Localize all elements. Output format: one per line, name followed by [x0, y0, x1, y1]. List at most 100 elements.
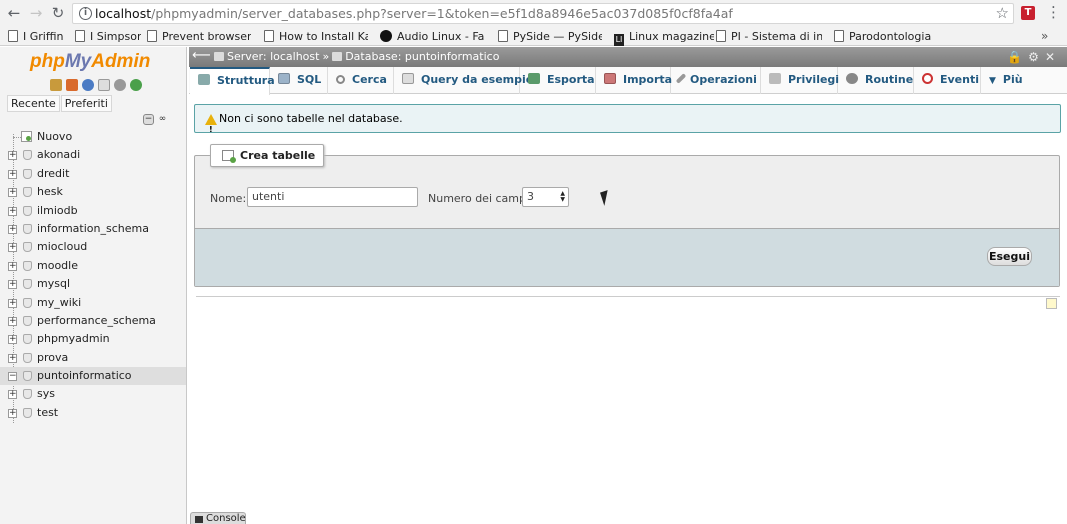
server-icon	[214, 52, 224, 61]
expand-icon[interactable]: +	[8, 353, 17, 363]
database-item[interactable]: + ilmiodb	[0, 202, 186, 220]
lock-icon[interactable]: 🔒	[1007, 50, 1028, 64]
tab-routines[interactable]: Routine	[838, 67, 914, 94]
home-icon[interactable]	[50, 79, 62, 91]
bookmark-item[interactable]: Parodontologia	[834, 27, 934, 46]
info-icon[interactable]: i	[79, 7, 92, 20]
address-bar[interactable]: i localhost/phpmyadmin/server_databases.…	[72, 3, 1014, 24]
bookmark-item[interactable]: PI - Sistema di inse	[716, 27, 822, 46]
create-table-legend: Crea tabelle	[210, 144, 325, 167]
tab-sql[interactable]: SQL	[270, 67, 328, 94]
expand-icon[interactable]: +	[8, 224, 17, 234]
expand-icon[interactable]: +	[8, 188, 17, 198]
database-item[interactable]: + sys	[0, 385, 186, 403]
database-item[interactable]: + moodle	[0, 257, 186, 275]
database-icon	[23, 187, 32, 198]
tab-operations[interactable]: Operazioni	[671, 67, 761, 94]
database-item[interactable]: − puntoinformatico	[0, 367, 186, 386]
expand-icon[interactable]: +	[8, 298, 17, 308]
expand-icon[interactable]: +	[8, 335, 17, 345]
bookmark-star-icon[interactable]: ☆	[996, 4, 1009, 22]
database-item[interactable]: + dredit	[0, 165, 186, 183]
database-item[interactable]: + miocloud	[0, 238, 186, 256]
link-icon[interactable]: ∞	[157, 115, 168, 126]
expand-icon[interactable]: +	[8, 169, 17, 179]
database-icon	[23, 334, 32, 345]
bookmark-item[interactable]: I Griffin	[8, 27, 68, 46]
tab-privileges[interactable]: Privilegi	[761, 67, 839, 94]
breadcrumb-server[interactable]: Server: localhost	[227, 50, 319, 63]
browser-menu-icon[interactable]: ⋮	[1046, 3, 1061, 21]
expand-icon[interactable]: +	[8, 261, 17, 271]
docs-icon[interactable]	[98, 79, 110, 91]
tab-search[interactable]: Cerca	[328, 67, 394, 94]
database-label: dredit	[37, 166, 70, 180]
topbar-icons: 🔒⚙✕	[1007, 50, 1061, 64]
collapse-icon[interactable]: −	[8, 372, 17, 382]
expand-icon[interactable]: +	[8, 151, 17, 161]
bookmark-item[interactable]: LI Linux magazine	[614, 27, 714, 46]
url-text[interactable]: localhost/phpmyadmin/server_databases.ph…	[95, 6, 733, 21]
help-icon[interactable]	[82, 79, 94, 91]
page-icon	[716, 30, 726, 42]
expand-icon[interactable]: +	[8, 390, 17, 400]
page-icon	[834, 30, 844, 42]
database-icon	[332, 52, 343, 61]
collapse-nav-icon[interactable]: ⟵	[192, 48, 211, 63]
back-icon[interactable]: ←	[5, 4, 23, 22]
expand-icon[interactable]: +	[8, 316, 17, 326]
tab-bar: Struttura SQL Cerca Query da esempio Esp…	[189, 67, 1067, 95]
note-icon[interactable]	[1046, 298, 1057, 309]
database-item[interactable]: + performance_schema	[0, 312, 186, 330]
columns-count-input[interactable]: 3 ▲ ▼	[522, 187, 569, 207]
new-database-label: Nuovo	[37, 130, 73, 143]
database-item[interactable]: + mysql	[0, 275, 186, 293]
tab-query[interactable]: Query da esempio	[394, 67, 533, 94]
spinner-icon[interactable]: ▲ ▼	[560, 191, 565, 203]
tab-more[interactable]: ▼ Più	[981, 67, 1031, 94]
routines-icon	[846, 73, 858, 84]
tab-structure[interactable]: Struttura	[190, 67, 275, 95]
gear-icon[interactable]: ⚙	[1028, 50, 1045, 64]
divider	[196, 296, 1060, 297]
nav-tabs: Recente Preferiti	[7, 95, 113, 112]
new-database-item[interactable]: Nuovo	[0, 128, 186, 146]
table-name-input[interactable]: utenti	[247, 187, 418, 207]
database-tree: Nuovo + akonadi + dredit + hesk + ilmiodb + infor…	[0, 128, 186, 423]
close-icon[interactable]: ✕	[1045, 50, 1061, 64]
console-toggle[interactable]: Console	[190, 512, 246, 524]
tab-events[interactable]: Eventi	[914, 67, 981, 94]
database-label: sys	[37, 387, 55, 401]
database-item[interactable]: + information_schema	[0, 220, 186, 238]
forward-icon[interactable]: →	[27, 4, 45, 22]
expand-icon[interactable]: +	[8, 280, 17, 290]
expand-icon[interactable]: +	[8, 243, 17, 253]
extension-icon[interactable]: T	[1021, 6, 1035, 20]
reload-icon[interactable]: ↻	[49, 4, 67, 22]
bookmark-item[interactable]: I Simpson	[75, 27, 141, 46]
bookmark-item[interactable]: Prevent browser c	[147, 27, 251, 46]
database-item[interactable]: + prova	[0, 349, 186, 367]
logout-icon[interactable]	[66, 79, 78, 91]
database-item[interactable]: + akonadi	[0, 146, 186, 164]
bookmark-item[interactable]: Audio Linux - Fare	[380, 27, 485, 46]
bookmarks-more-icon[interactable]: »	[1041, 27, 1048, 46]
tab-export[interactable]: Esporta	[520, 67, 596, 94]
tab-import[interactable]: Importa	[596, 67, 672, 94]
settings-icon[interactable]	[114, 79, 126, 91]
collapse-all-icon[interactable]: −	[143, 114, 154, 125]
recent-link[interactable]: Recente	[7, 95, 60, 112]
database-item[interactable]: + hesk	[0, 183, 186, 201]
database-item[interactable]: + test	[0, 404, 186, 422]
breadcrumb-database[interactable]: Database: puntoinformatico	[345, 50, 499, 63]
database-item[interactable]: + my_wiki	[0, 294, 186, 312]
bookmark-item[interactable]: How to Install Kart	[264, 27, 368, 46]
database-item[interactable]: + phpmyadmin	[0, 330, 186, 348]
expand-icon[interactable]: +	[8, 206, 17, 216]
reload-nav-icon[interactable]	[130, 79, 142, 91]
bookmark-item[interactable]: PySide — PySide.C	[498, 27, 602, 46]
expand-icon[interactable]: +	[8, 408, 17, 418]
phpmyadmin-logo[interactable]: phpMyAdmin	[30, 51, 150, 73]
go-button[interactable]: Esegui	[987, 247, 1032, 266]
favorites-link[interactable]: Preferiti	[60, 95, 112, 112]
